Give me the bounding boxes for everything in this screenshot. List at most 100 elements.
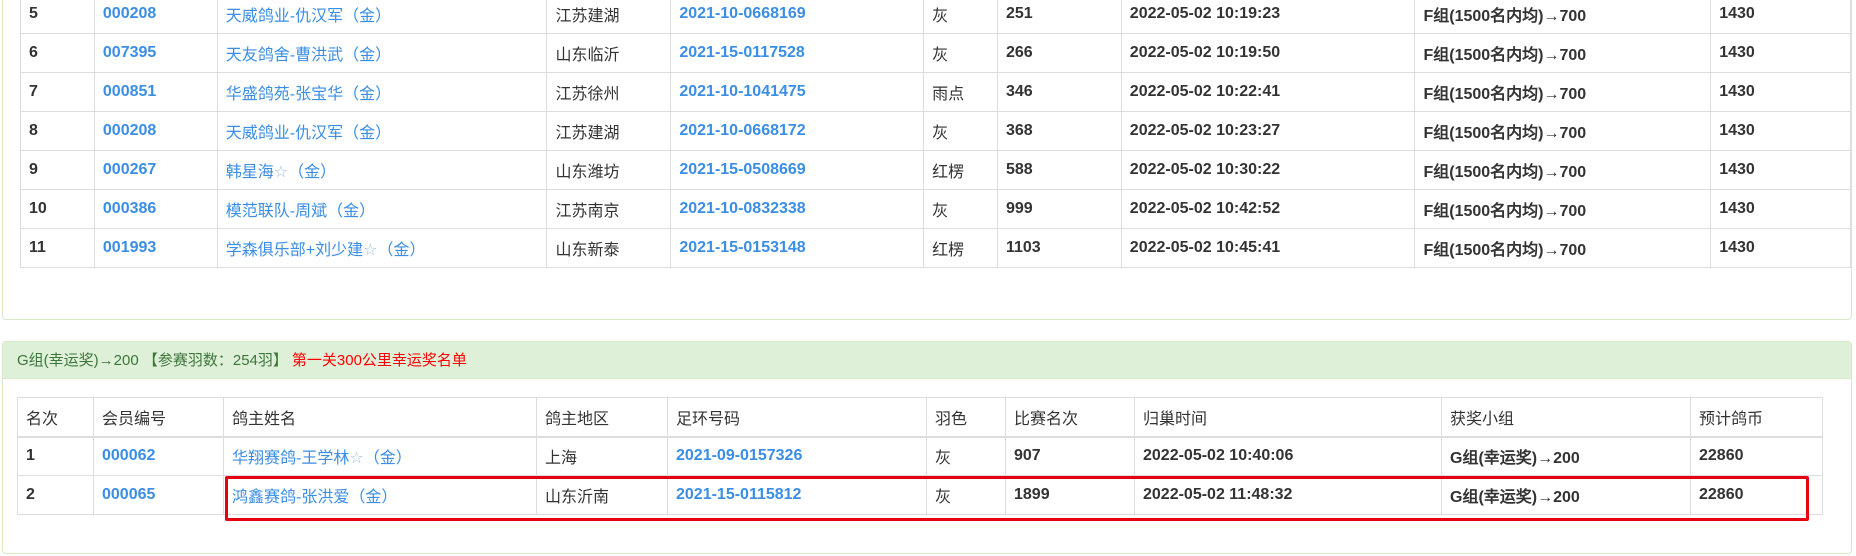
- region-cell: 上海: [536, 436, 668, 476]
- owner-level-text: （金）: [363, 450, 412, 468]
- col-header-group: 获奖小组: [1441, 397, 1691, 438]
- arrival-time-cell: 2022-05-02 10:22:41: [1120, 72, 1416, 112]
- feather-color-cell: 红楞: [923, 228, 998, 268]
- region-cell: 山东临沂: [546, 33, 672, 73]
- rank-cell: 10: [20, 189, 95, 229]
- member-id-link[interactable]: 000851: [93, 72, 218, 112]
- coins-cell: 1430: [1710, 33, 1851, 73]
- table-header-row: 名次 会员编号 鸽主姓名 鸽主地区 足环号码 羽色 比赛名次 归巢时间 获奖小组…: [17, 397, 1823, 438]
- member-id-link[interactable]: 000208: [93, 0, 218, 34]
- owner-name-link[interactable]: 鸿鑫赛鸽-张洪爱（金）: [223, 475, 537, 515]
- table-row: 11 001993 学森俱乐部+刘少建☆（金） 山东新泰 2021-15-015…: [20, 228, 1851, 268]
- region-cell: 山东沂南: [536, 475, 668, 515]
- table-row: 2 000065 鸿鑫赛鸽-张洪爱（金） 山东沂南 2021-15-011581…: [17, 475, 1823, 515]
- owner-name-link[interactable]: 天威鸽业-仇汉军（金）: [216, 0, 548, 34]
- owner-name-link[interactable]: 华翔赛鸽-王学林☆（金）: [223, 436, 537, 476]
- award-group-cell: F组(1500名内均)→700: [1414, 33, 1712, 73]
- award-group-cell: F组(1500名内均)→700: [1414, 72, 1712, 112]
- ring-number-link[interactable]: 2021-10-0668169: [670, 0, 925, 34]
- award-group-cell: G组(幸运奖)→200: [1441, 436, 1691, 476]
- arrival-time-cell: 2022-05-02 10:45:41: [1120, 228, 1416, 268]
- region-cell: 山东新泰: [546, 228, 672, 268]
- owner-name-text: 华翔赛鸽-王学林: [232, 450, 350, 468]
- coins-cell: 1430: [1710, 0, 1851, 34]
- owner-level-text: （金）: [377, 242, 426, 259]
- member-id-link[interactable]: 000062: [93, 436, 224, 476]
- table-row: 7 000851 华盛鸽苑-张宝华（金） 江苏徐州 2021-10-104147…: [20, 72, 1851, 112]
- owner-name-link[interactable]: 模范联队-周斌（金）: [216, 189, 548, 229]
- region-cell: 江苏建湖: [546, 111, 672, 151]
- award-group-cell: G组(幸运奖)→200: [1441, 475, 1691, 515]
- group-g-results-table: 名次 会员编号 鸽主姓名 鸽主地区 足环号码 羽色 比赛名次 归巢时间 获奖小组…: [17, 397, 1823, 515]
- coins-cell: 1430: [1710, 189, 1851, 229]
- rank-cell: 7: [20, 72, 95, 112]
- arrival-time-cell: 2022-05-02 10:40:06: [1134, 436, 1442, 476]
- region-cell: 江苏南京: [546, 189, 672, 229]
- arrival-time-cell: 2022-05-02 10:23:27: [1120, 111, 1416, 151]
- member-id-link[interactable]: 000065: [93, 475, 224, 515]
- owner-level-text: （金）: [288, 164, 337, 181]
- star-icon: ☆: [349, 450, 364, 468]
- owner-name-link[interactable]: 天友鸽舍-曹洪武（金）: [216, 33, 548, 73]
- lucky-award-list-link[interactable]: 第一关300公里幸运奖名单: [292, 352, 467, 369]
- member-id-link[interactable]: 007395: [93, 33, 218, 73]
- ring-number-link[interactable]: 2021-10-1041475: [670, 72, 925, 112]
- feather-color-cell: 灰: [926, 475, 1006, 515]
- race-place-cell: 1103: [996, 228, 1122, 268]
- race-place-cell: 588: [996, 150, 1122, 190]
- region-cell: 山东潍坊: [546, 150, 672, 190]
- arrival-time-cell: 2022-05-02 10:42:52: [1120, 189, 1416, 229]
- member-id-link[interactable]: 000386: [93, 189, 218, 229]
- rank-cell: 1: [17, 436, 94, 476]
- col-header-ring: 足环号码: [667, 397, 927, 438]
- col-header-owner: 鸽主姓名: [223, 397, 537, 438]
- owner-name-link[interactable]: 韩星海☆（金）: [216, 150, 548, 190]
- col-header-color: 羽色: [926, 397, 1006, 438]
- feather-color-cell: 红楞: [923, 150, 998, 190]
- results-page: 5 000208 天威鸽业-仇汉军（金） 江苏建湖 2021-10-066816…: [0, 0, 1856, 556]
- ring-number-link[interactable]: 2021-15-0508669: [670, 150, 925, 190]
- owner-name-link[interactable]: 华盛鸽苑-张宝华（金）: [216, 72, 548, 112]
- coins-cell: 22860: [1690, 436, 1823, 476]
- region-cell: 江苏建湖: [546, 0, 672, 34]
- ring-number-link[interactable]: 2021-10-0668172: [670, 111, 925, 151]
- rank-cell: 5: [20, 0, 95, 34]
- col-header-rank: 名次: [17, 397, 94, 438]
- owner-name-text: 韩星海: [225, 164, 274, 181]
- rank-cell: 11: [20, 228, 95, 268]
- coins-cell: 1430: [1710, 72, 1851, 112]
- col-header-member-id: 会员编号: [93, 397, 224, 438]
- member-id-link[interactable]: 000208: [93, 111, 218, 151]
- ring-number-link[interactable]: 2021-09-0157326: [667, 436, 927, 476]
- member-id-link[interactable]: 000267: [93, 150, 218, 190]
- ring-number-link[interactable]: 2021-10-0832338: [670, 189, 925, 229]
- member-id-link[interactable]: 001993: [93, 228, 218, 268]
- col-header-place: 比赛名次: [1005, 397, 1135, 438]
- group-g-heading: G组(幸运奖)→200 【参赛羽数：254羽】 第一关300公里幸运奖名单: [3, 342, 1851, 379]
- ring-number-link[interactable]: 2021-15-0115812: [667, 475, 927, 515]
- col-header-time: 归巢时间: [1134, 397, 1442, 438]
- star-icon: ☆: [273, 164, 289, 181]
- award-group-cell: F组(1500名内均)→700: [1414, 189, 1712, 229]
- owner-name-link[interactable]: 天威鸽业-仇汉军（金）: [216, 111, 548, 151]
- group-f-panel: 5 000208 天威鸽业-仇汉军（金） 江苏建湖 2021-10-066816…: [2, 0, 1852, 320]
- race-place-cell: 346: [996, 72, 1122, 112]
- race-place-cell: 368: [996, 111, 1122, 151]
- race-place-cell: 1899: [1005, 475, 1135, 515]
- rank-cell: 9: [20, 150, 95, 190]
- col-header-coins: 预计鸽币: [1690, 397, 1823, 438]
- table-row: 10 000386 模范联队-周斌（金） 江苏南京 2021-10-083233…: [20, 189, 1851, 229]
- region-cell: 江苏徐州: [546, 72, 672, 112]
- race-place-cell: 251: [996, 0, 1122, 34]
- owner-name-link[interactable]: 学森俱乐部+刘少建☆（金）: [216, 228, 548, 268]
- coins-cell: 1430: [1710, 150, 1851, 190]
- table-row: 6 007395 天友鸽舍-曹洪武（金） 山东临沂 2021-15-011752…: [20, 33, 1851, 73]
- feather-color-cell: 灰: [926, 436, 1006, 476]
- ring-number-link[interactable]: 2021-15-0117528: [670, 33, 925, 73]
- feather-color-cell: 灰: [923, 0, 998, 34]
- race-place-cell: 266: [996, 33, 1122, 73]
- col-header-region: 鸽主地区: [536, 397, 668, 438]
- ring-number-link[interactable]: 2021-15-0153148: [670, 228, 925, 268]
- award-group-cell: F组(1500名内均)→700: [1414, 228, 1712, 268]
- race-place-cell: 907: [1005, 436, 1135, 476]
